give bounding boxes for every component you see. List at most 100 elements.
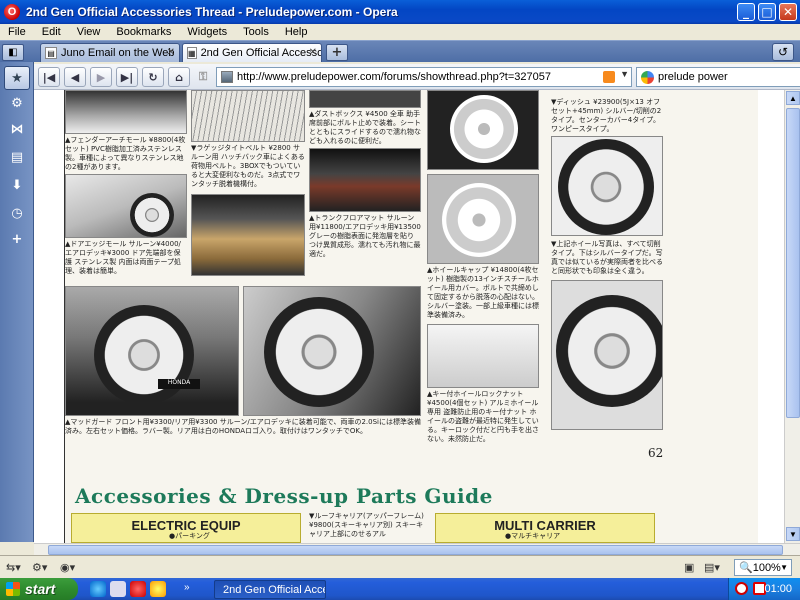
tab-juno-email[interactable]: ▤ Juno Email on the Web ✕ bbox=[40, 43, 180, 62]
network-icon[interactable]: ⚙▾ bbox=[32, 561, 47, 574]
caption-wheel-note: ▼上記ホイール写真は、すべて切削タイプ。下はシルバータイプだ。写真では似ているが… bbox=[551, 240, 663, 275]
juno-favicon-icon: ▤ bbox=[45, 47, 57, 59]
show-desktop-icon[interactable] bbox=[110, 581, 126, 597]
catalog-scan-image: ▲フェンダーアーチモール ¥8800(4枚セット) PVC樹脂加工済みステンレス… bbox=[64, 90, 758, 543]
caption-dish-wheel: ▼ディッシュ ¥23900(5J×13 オフセット+45mm) シルバー/切削の… bbox=[551, 98, 662, 133]
status-toggle-icon[interactable]: ⇆▾ bbox=[6, 561, 21, 574]
caption-dust-box: ▲ダストボックス ¥4500 全車 助手席前部にボルト止めで装着。シートとともに… bbox=[309, 110, 421, 145]
fender-molding-photo bbox=[65, 90, 187, 134]
wheel-graphic bbox=[556, 295, 662, 407]
minimize-button[interactable]: _ bbox=[737, 3, 755, 21]
back-icon[interactable]: ◀ bbox=[64, 67, 86, 87]
tab-accessories-thread[interactable]: ▦ 2nd Gen Official Accesso... ✕ bbox=[182, 43, 322, 62]
fast-forward-icon[interactable]: ▶| bbox=[116, 67, 138, 87]
preludepower-favicon-icon: ▦ bbox=[187, 47, 197, 59]
taskbar-item-label: 2nd Gen Official Acce... bbox=[223, 583, 325, 596]
forward-icon[interactable]: ▶ bbox=[90, 67, 112, 87]
closed-tabs-button[interactable]: ↺ bbox=[772, 43, 794, 61]
tab-label: 2nd Gen Official Accesso... bbox=[200, 47, 322, 59]
wheel-graphic bbox=[264, 297, 374, 407]
ie-icon[interactable] bbox=[90, 581, 106, 597]
notes-icon[interactable]: ▤ bbox=[8, 148, 26, 166]
scroll-thumb[interactable] bbox=[786, 108, 800, 418]
home-icon[interactable]: ⌂ bbox=[168, 67, 190, 87]
page-number: 62 bbox=[648, 446, 664, 460]
caption-luggage-belt: ▼ラゲッジタイトベルト ¥2800 サルーン用 ハッチバック車によくある荷物用ベ… bbox=[191, 144, 305, 188]
caption-lock-nut: ▲キー付ホイールロックナット ¥4500(4個セット) アルミホイール専用 盗難… bbox=[427, 390, 539, 443]
wheel-cap-photo bbox=[427, 174, 539, 264]
search-box[interactable]: ▼ bbox=[636, 67, 800, 87]
settings-icon[interactable]: ⚙ bbox=[8, 94, 26, 112]
menu-widgets[interactable]: Widgets bbox=[179, 26, 235, 38]
zoom-dropdown-icon[interactable]: ▼ bbox=[780, 563, 788, 572]
rewind-icon[interactable]: |◀ bbox=[38, 67, 60, 87]
wheel-graphic bbox=[94, 305, 194, 405]
add-panel-icon[interactable]: + bbox=[8, 230, 26, 248]
scroll-down-icon[interactable]: ▼ bbox=[786, 527, 800, 541]
downloads-icon[interactable]: ⬇ bbox=[8, 176, 26, 194]
system-tray: 01:00 bbox=[728, 578, 800, 600]
address-bar[interactable]: ▼ bbox=[216, 67, 632, 87]
menu-bar: File Edit View Bookmarks Widgets Tools H… bbox=[0, 24, 800, 40]
trunk-luggage-photo bbox=[191, 194, 305, 276]
site-icon bbox=[221, 71, 233, 83]
taskbar-opera-window[interactable]: 2nd Gen Official Acce... bbox=[214, 580, 326, 599]
bookmarks-icon[interactable]: ★ bbox=[4, 66, 30, 90]
address-dropdown-icon[interactable]: ▼ bbox=[620, 69, 629, 79]
windows-logo-icon bbox=[6, 582, 20, 596]
key-icon[interactable]: ⚿ bbox=[192, 67, 214, 87]
view-icon[interactable]: ▤▾ bbox=[704, 561, 720, 574]
caption-mud-guard: ▲マッドガード フロント用¥3300/リア用¥3300 サルーン/エアロデッキに… bbox=[65, 418, 421, 435]
new-tab-button[interactable]: + bbox=[326, 44, 348, 61]
hubcap-graphic bbox=[450, 95, 518, 163]
guide-note-parking: ●パーキング bbox=[169, 532, 210, 540]
wheel-graphic bbox=[558, 139, 654, 235]
luggage-belt-photo bbox=[191, 90, 305, 142]
start-button[interactable]: start bbox=[0, 578, 78, 600]
menu-bookmarks[interactable]: Bookmarks bbox=[108, 26, 179, 38]
wheel-graphic bbox=[130, 193, 174, 237]
guide-title: Accessories & Dress-up Parts Guide bbox=[75, 484, 493, 508]
caption-wheel-cap: ▲ホイールキャップ ¥14800(4枚セット) 樹脂製の13インチスチールホイー… bbox=[427, 266, 539, 319]
window-title: 2nd Gen Official Accessories Thread - Pr… bbox=[26, 5, 398, 19]
start-label: start bbox=[25, 581, 56, 597]
caption-fender-molding: ▲フェンダーアーチモール ¥8800(4枚セット) PVC樹脂加工済みステンレス… bbox=[65, 136, 186, 171]
zoom-select[interactable]: 🔍 100% ▼ bbox=[734, 559, 792, 576]
menu-view[interactable]: View bbox=[69, 26, 109, 38]
maximize-button[interactable]: □ bbox=[758, 3, 776, 21]
menu-help[interactable]: Help bbox=[277, 26, 316, 38]
tab-close-icon[interactable]: ✕ bbox=[167, 47, 175, 58]
menu-file[interactable]: File bbox=[0, 26, 34, 38]
history-icon[interactable]: ◷ bbox=[8, 204, 26, 222]
search-input[interactable] bbox=[658, 71, 800, 83]
scroll-up-icon[interactable]: ▲ bbox=[786, 91, 800, 105]
status-bar: ⇆▾ ⚙▾ ◉▾ ▣ ▤▾ 🔍 100% ▼ bbox=[0, 555, 800, 578]
dish-wheel-photo bbox=[551, 136, 663, 236]
lock-nut-photo bbox=[427, 324, 539, 388]
rss-feed-icon[interactable] bbox=[603, 71, 615, 83]
menu-tools[interactable]: Tools bbox=[235, 26, 277, 38]
hscroll-thumb[interactable] bbox=[48, 545, 783, 555]
horizontal-scrollbar[interactable] bbox=[34, 543, 800, 555]
guide-note-roof-carrier: ▼ルーフキャリア(アッパーフレーム) ¥9800(スキーキャリア別) スキーキャ… bbox=[309, 512, 424, 538]
guide-note-multi-carrier: ●マルチキャリア bbox=[505, 532, 561, 540]
quicklaunch-more-icon[interactable]: » bbox=[184, 582, 190, 593]
vertical-scrollbar[interactable]: ▲ ▼ bbox=[784, 90, 800, 543]
security-icon[interactable] bbox=[735, 582, 748, 595]
close-button[interactable]: ✕ bbox=[779, 3, 797, 21]
wheel-dish-photo bbox=[427, 90, 539, 170]
reload-icon[interactable]: ↻ bbox=[142, 67, 164, 87]
messenger-icon[interactable] bbox=[150, 581, 166, 597]
cut-wheel-photo bbox=[551, 280, 663, 430]
honda-logo: HONDA bbox=[158, 379, 200, 389]
unite-icon[interactable]: ◉▾ bbox=[60, 561, 75, 574]
panel-toggle-button[interactable]: ◧ bbox=[2, 44, 24, 61]
tab-close-icon[interactable]: ✕ bbox=[309, 47, 317, 58]
opera-quicklaunch-icon[interactable] bbox=[130, 581, 146, 597]
menu-edit[interactable]: Edit bbox=[34, 26, 69, 38]
trunk-floor-mat-photo bbox=[309, 148, 421, 212]
address-input[interactable] bbox=[237, 71, 577, 83]
share-icon[interactable]: ⋈ bbox=[8, 120, 26, 138]
fit-page-icon[interactable]: ▣ bbox=[684, 561, 694, 574]
google-search-icon[interactable] bbox=[641, 70, 654, 84]
